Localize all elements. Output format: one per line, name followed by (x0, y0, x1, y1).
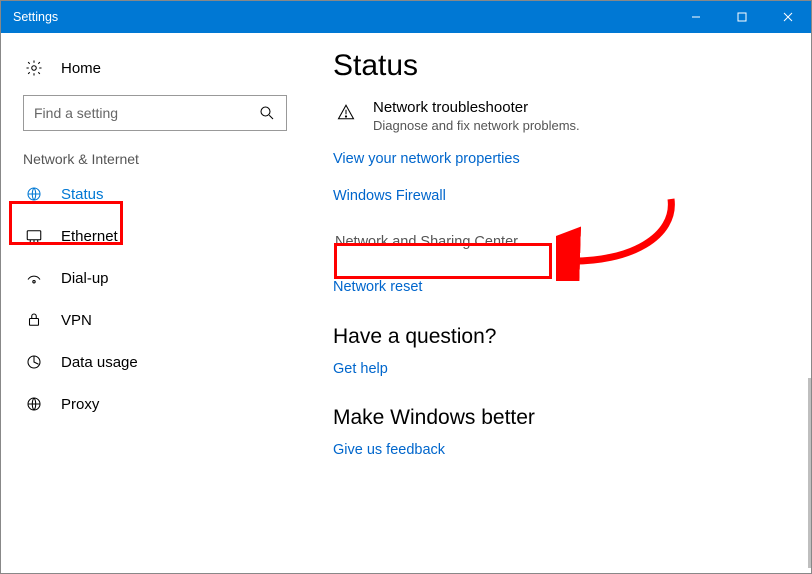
window-titlebar: Settings (1, 1, 811, 33)
search-icon (258, 104, 276, 122)
sidebar-item-label: Data usage (61, 354, 138, 371)
link-windows-firewall[interactable]: Windows Firewall (333, 188, 781, 205)
link-get-help[interactable]: Get help (333, 361, 781, 378)
sidebar-item-datausage[interactable]: Data usage (1, 341, 309, 383)
page-title: Status (333, 49, 781, 83)
sidebar-item-dialup[interactable]: Dial-up (1, 257, 309, 299)
sidebar-home-label: Home (61, 60, 101, 77)
question-heading: Have a question? (333, 325, 781, 349)
status-icon (25, 185, 43, 203)
sidebar-item-label: VPN (61, 312, 92, 329)
sidebar-item-status[interactable]: Status (1, 173, 309, 215)
warning-icon (333, 99, 359, 125)
sidebar-item-label: Proxy (61, 396, 99, 413)
main-panel: Status Network troubleshooter Diagnose a… (309, 33, 811, 573)
sidebar-item-ethernet[interactable]: Ethernet (1, 215, 309, 257)
sidebar-item-label: Dial-up (61, 270, 109, 287)
scrollbar[interactable] (808, 378, 811, 568)
troubleshooter-subtitle: Diagnose and fix network problems. (373, 118, 580, 133)
sidebar-home[interactable]: Home (1, 53, 309, 83)
ethernet-icon (25, 227, 43, 245)
window-title: Settings (13, 10, 58, 24)
sidebar-item-label: Status (61, 186, 104, 203)
search-placeholder: Find a setting (34, 105, 118, 121)
troubleshooter-title: Network troubleshooter (373, 99, 580, 116)
proxy-icon (25, 395, 43, 413)
gear-icon (25, 59, 43, 77)
data-usage-icon (25, 353, 43, 371)
maximize-button[interactable] (719, 1, 765, 33)
sidebar-section-label: Network & Internet (1, 149, 309, 173)
close-button[interactable] (765, 1, 811, 33)
window-controls (673, 1, 811, 33)
minimize-button[interactable] (673, 1, 719, 33)
sidebar-item-proxy[interactable]: Proxy (1, 383, 309, 425)
sidebar-item-vpn[interactable]: VPN (1, 299, 309, 341)
vpn-icon (25, 311, 43, 329)
link-view-properties[interactable]: View your network properties (333, 151, 781, 168)
link-network-reset[interactable]: Network reset (333, 279, 781, 296)
sidebar: Home Find a setting Network & Internet S… (1, 33, 309, 573)
link-feedback[interactable]: Give us feedback (333, 442, 781, 459)
sidebar-item-label: Ethernet (61, 228, 118, 245)
network-troubleshooter[interactable]: Network troubleshooter Diagnose and fix … (333, 99, 781, 133)
better-heading: Make Windows better (333, 406, 781, 430)
dialup-icon (25, 269, 43, 287)
search-input[interactable]: Find a setting (23, 95, 287, 131)
link-network-sharing-center[interactable]: Network and Sharing Center (335, 234, 773, 251)
